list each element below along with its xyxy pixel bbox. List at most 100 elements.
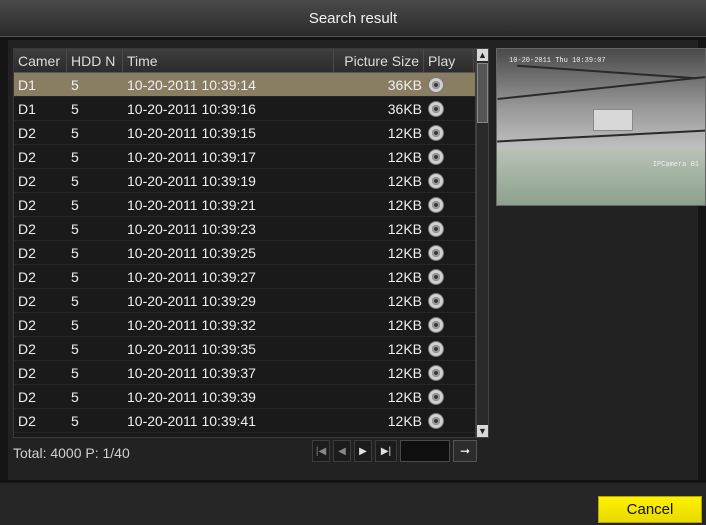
picture-preview: 10-20-2011 Thu 10:39:07 IPCamera 01 (496, 48, 706, 206)
table-row[interactable]: D2 5 10-20-2011 10:39:23 12KB (14, 217, 475, 241)
table-row[interactable]: D2 5 10-20-2011 10:39:32 12KB (14, 313, 475, 337)
play-icon[interactable] (428, 244, 444, 261)
cell-time: 10-20-2011 10:39:21 (127, 196, 256, 213)
table-row[interactable]: D2 5 10-20-2011 10:39:17 12KB (14, 145, 475, 169)
cell-picture-size: 12KB (387, 172, 422, 189)
prev-icon[interactable]: ◀ (333, 440, 351, 462)
cell-time: 10-20-2011 10:39:17 (127, 148, 256, 165)
cancel-button[interactable]: Cancel (598, 496, 702, 523)
cell-play (424, 76, 474, 93)
table-row[interactable]: D2 5 10-20-2011 10:39:41 12KB (14, 409, 475, 433)
cell-hdd: 5 (71, 244, 79, 261)
cell-time: 10-20-2011 10:39:39 (127, 388, 256, 405)
play-icon[interactable] (428, 196, 444, 213)
table-row[interactable]: D1 5 10-20-2011 10:39:14 36KB (14, 73, 475, 97)
cell-play (424, 220, 474, 237)
table-row[interactable]: D2 5 10-20-2011 10:39:29 12KB (14, 289, 475, 313)
cell-hdd: 5 (71, 316, 79, 333)
play-icon[interactable] (428, 316, 444, 333)
cell-picture-size: 12KB (387, 388, 422, 405)
table-row[interactable]: D2 5 10-20-2011 10:39:25 12KB (14, 241, 475, 265)
cell-hdd: 5 (71, 412, 79, 429)
cell-picture-size: 36KB (387, 100, 422, 117)
cell-picture-size: 12KB (387, 364, 422, 381)
pager-controls: |◀ ◀ ▶ ▶| ➞ (312, 440, 477, 462)
table-row[interactable]: D2 5 10-20-2011 10:39:15 12KB (14, 121, 475, 145)
table-row[interactable]: D2 5 10-20-2011 10:39:27 12KB (14, 265, 475, 289)
cell-hdd: 5 (71, 388, 79, 405)
scroll-up-arrow-icon[interactable]: ▲ (477, 49, 488, 61)
play-icon[interactable] (428, 268, 444, 285)
page-number-input[interactable] (400, 440, 450, 462)
cell-picture-size: 12KB (387, 244, 422, 261)
cell-camera: D2 (18, 124, 36, 141)
cell-time: 10-20-2011 10:39:23 (127, 220, 256, 237)
column-camera[interactable]: Camer (14, 49, 67, 72)
cell-picture-size: 12KB (387, 316, 422, 333)
cell-picture-size: 12KB (387, 220, 422, 237)
cell-picture-size: 12KB (387, 412, 422, 429)
cell-hdd: 5 (71, 148, 79, 165)
cell-hdd: 5 (71, 100, 79, 117)
skip-first-icon[interactable]: |◀ (312, 440, 330, 462)
cell-time: 10-20-2011 10:39:14 (127, 76, 256, 93)
cell-camera: D2 (18, 364, 36, 381)
cell-time: 10-20-2011 10:39:32 (127, 316, 256, 333)
table-row[interactable]: D2 5 10-20-2011 10:39:19 12KB (14, 169, 475, 193)
preview-camera-label: IPCamera 01 (652, 161, 699, 169)
play-icon[interactable] (428, 340, 444, 357)
dialog-title: Search result (308, 9, 398, 27)
play-icon[interactable] (428, 292, 444, 309)
cell-time: 10-20-2011 10:39:27 (127, 268, 256, 285)
cell-play (424, 292, 474, 309)
table-row[interactable]: D2 5 10-20-2011 10:39:37 12KB (14, 361, 475, 385)
play-icon[interactable] (428, 364, 444, 381)
scroll-thumb[interactable] (477, 63, 488, 123)
table-row[interactable]: D2 5 10-20-2011 10:39:35 12KB (14, 337, 475, 361)
play-icon[interactable] (428, 148, 444, 165)
cell-play (424, 316, 474, 333)
next-icon[interactable]: ▶ (354, 440, 372, 462)
cell-time: 10-20-2011 10:39:35 (127, 340, 256, 357)
cell-camera: D2 (18, 244, 36, 261)
table-body: D1 5 10-20-2011 10:39:14 36KB D1 5 10-20-2011 … (14, 73, 475, 433)
column-picture-size[interactable]: Picture Size (334, 49, 424, 72)
column-hdd[interactable]: HDD N (67, 49, 123, 72)
cell-hdd: 5 (71, 172, 79, 189)
cell-picture-size: 12KB (387, 292, 422, 309)
cell-play (424, 268, 474, 285)
cell-camera: D2 (18, 316, 36, 333)
preview-wall (497, 149, 705, 205)
cell-hdd: 5 (71, 292, 79, 309)
play-icon[interactable] (428, 388, 444, 405)
play-icon[interactable] (428, 124, 444, 141)
cell-play (424, 196, 474, 213)
play-icon[interactable] (428, 100, 444, 117)
cell-play (424, 340, 474, 357)
cell-time: 10-20-2011 10:39:25 (127, 244, 256, 261)
table-row[interactable]: D2 5 10-20-2011 10:39:39 12KB (14, 385, 475, 409)
arrow-right-icon[interactable]: ➞ (453, 440, 477, 462)
play-icon[interactable] (428, 220, 444, 237)
cell-play (424, 412, 474, 429)
table-row[interactable]: D2 5 10-20-2011 10:39:21 12KB (14, 193, 475, 217)
scroll-down-arrow-icon[interactable]: ▼ (477, 425, 488, 437)
cell-picture-size: 12KB (387, 268, 422, 285)
play-icon[interactable] (428, 172, 444, 189)
column-time[interactable]: Time (123, 49, 334, 72)
table-row[interactable]: D1 5 10-20-2011 10:39:16 36KB (14, 97, 475, 121)
cell-hdd: 5 (71, 76, 79, 93)
table-scrollbar[interactable]: ▲ ▼ (476, 48, 489, 438)
cell-camera: D2 (18, 220, 36, 237)
cell-play (424, 100, 474, 117)
cell-hdd: 5 (71, 268, 79, 285)
play-icon[interactable] (428, 412, 444, 429)
cell-time: 10-20-2011 10:39:41 (127, 412, 256, 429)
cell-play (424, 388, 474, 405)
cell-camera: D2 (18, 148, 36, 165)
skip-last-icon[interactable]: ▶| (375, 440, 397, 462)
cell-hdd: 5 (71, 220, 79, 237)
table-header: Camer HDD N Time Picture Size Play (14, 49, 475, 73)
column-play[interactable]: Play (424, 49, 474, 72)
play-icon[interactable] (428, 76, 444, 93)
